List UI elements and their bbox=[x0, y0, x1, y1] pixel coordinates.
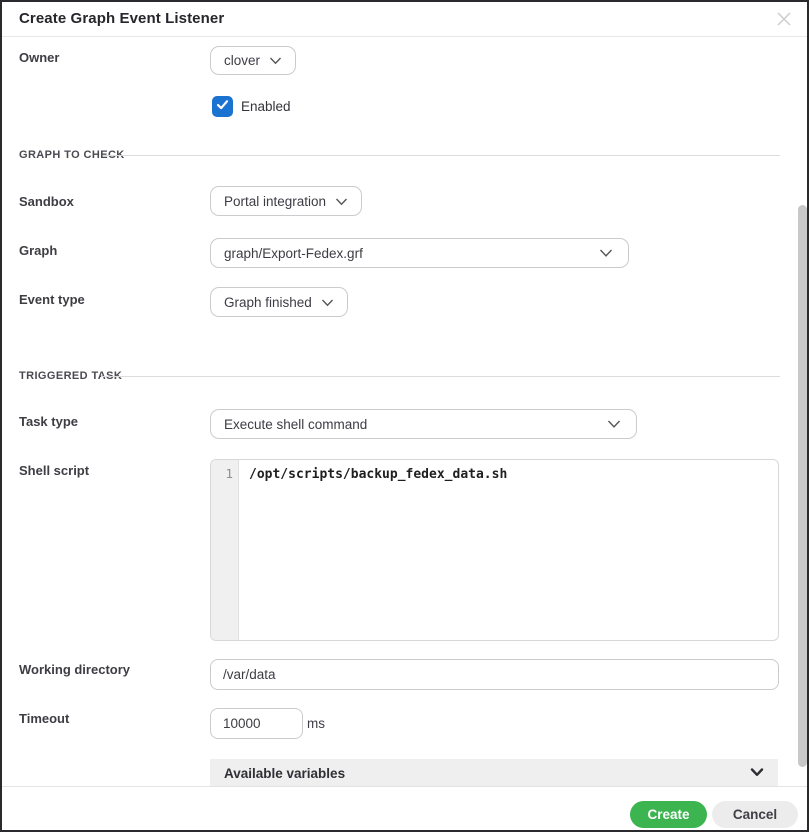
owner-select[interactable]: clover bbox=[210, 46, 296, 75]
chevron-down-icon bbox=[335, 194, 348, 209]
chevron-down-icon bbox=[607, 417, 621, 432]
cancel-button[interactable]: Cancel bbox=[712, 801, 798, 828]
graph-select-value: graph/Export-Fedex.grf bbox=[224, 246, 363, 261]
working-directory-label: Working directory bbox=[19, 662, 130, 677]
chevron-down-icon bbox=[599, 246, 613, 261]
chevron-down-icon bbox=[750, 764, 764, 782]
available-variables-label: Available variables bbox=[224, 766, 345, 781]
create-graph-event-listener-dialog: Create Graph Event Listener Owner clover… bbox=[0, 0, 809, 832]
sandbox-select[interactable]: Portal integration bbox=[210, 186, 362, 216]
section-divider bbox=[101, 376, 780, 377]
dialog-header: Create Graph Event Listener bbox=[2, 2, 807, 37]
timeout-input[interactable] bbox=[210, 708, 303, 739]
vertical-scrollbar[interactable] bbox=[798, 205, 807, 767]
sandbox-select-value: Portal integration bbox=[224, 194, 326, 209]
timeout-unit-label: ms bbox=[307, 716, 325, 731]
dialog-footer: Create Cancel bbox=[2, 786, 807, 830]
section-divider bbox=[103, 155, 780, 156]
graph-select[interactable]: graph/Export-Fedex.grf bbox=[210, 238, 629, 268]
enabled-checkbox[interactable] bbox=[212, 96, 233, 117]
owner-select-value: clover bbox=[224, 53, 260, 68]
event-type-select-value: Graph finished bbox=[224, 295, 312, 310]
timeout-label: Timeout bbox=[19, 711, 69, 726]
line-number-gutter: 1 bbox=[211, 460, 239, 640]
line-number: 1 bbox=[211, 466, 233, 481]
owner-label: Owner bbox=[19, 50, 59, 65]
shell-script-editor[interactable]: 1 /opt/scripts/backup_fedex_data.sh bbox=[210, 459, 779, 641]
shell-script-code[interactable]: /opt/scripts/backup_fedex_data.sh bbox=[239, 460, 778, 640]
chevron-down-icon bbox=[269, 53, 282, 68]
available-variables-toggle[interactable]: Available variables bbox=[210, 759, 778, 787]
chevron-down-icon bbox=[321, 295, 334, 310]
graph-label: Graph bbox=[19, 243, 57, 258]
event-type-label: Event type bbox=[19, 292, 85, 307]
shell-script-label: Shell script bbox=[19, 463, 89, 478]
checkmark-icon bbox=[215, 97, 230, 117]
close-icon[interactable] bbox=[774, 9, 794, 29]
task-type-label: Task type bbox=[19, 414, 78, 429]
create-button[interactable]: Create bbox=[630, 801, 707, 828]
dialog-title: Create Graph Event Listener bbox=[19, 2, 224, 36]
sandbox-label: Sandbox bbox=[19, 194, 74, 209]
task-type-select[interactable]: Execute shell command bbox=[210, 409, 637, 439]
working-directory-input[interactable] bbox=[210, 659, 779, 690]
task-type-select-value: Execute shell command bbox=[224, 417, 367, 432]
enabled-label: Enabled bbox=[241, 99, 291, 114]
event-type-select[interactable]: Graph finished bbox=[210, 287, 348, 317]
